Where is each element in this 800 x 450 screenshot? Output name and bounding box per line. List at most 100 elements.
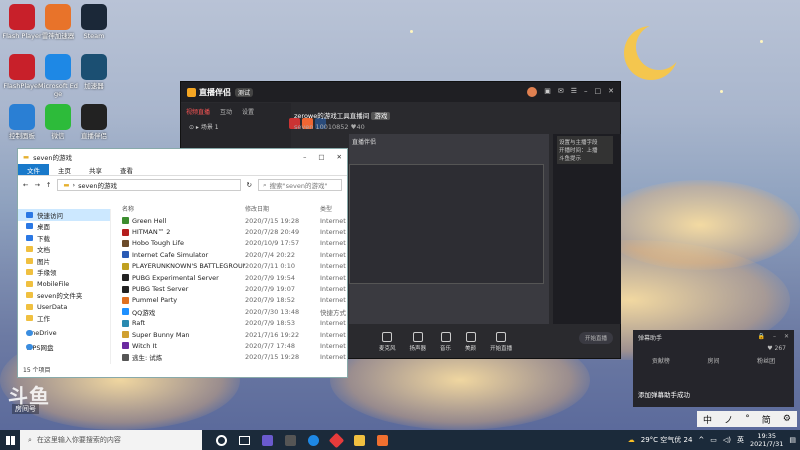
ime-button[interactable]: 简 <box>762 413 771 426</box>
file-date: 2020/7/9 19:07 <box>245 285 295 294</box>
forward-icon[interactable]: → <box>34 181 39 189</box>
ime-button[interactable]: ⚙ <box>783 414 791 424</box>
desktop-icon[interactable]: 加速器 <box>74 54 114 90</box>
tray-chevron-icon[interactable]: ^ <box>698 436 704 444</box>
table-row[interactable]: Super Bunny Man 2021/7/16 19:22 Internet <box>118 329 348 340</box>
column-type[interactable]: 类型 <box>320 204 348 213</box>
cortana-icon[interactable] <box>216 434 227 446</box>
address-bar[interactable]: ▬ › seven的游戏 <box>57 179 241 191</box>
table-row[interactable]: QQ游戏 2020/7/30 13:48 快捷方式 <box>118 306 348 317</box>
nav-item[interactable]: seven的文件夹 <box>18 290 110 302</box>
close-icon[interactable]: ✕ <box>784 333 789 342</box>
danmu-tab[interactable]: 粉丝团 <box>757 356 775 365</box>
app-icon[interactable] <box>328 432 345 448</box>
maximize-icon[interactable]: □ <box>595 87 602 97</box>
up-icon[interactable]: ↑ <box>46 181 51 189</box>
danmu-tab[interactable]: 贡献榜 <box>652 356 670 365</box>
table-row[interactable]: PUBG Test Server 2020/7/9 19:07 Internet <box>118 283 348 294</box>
desktop-icon[interactable]: 微信 <box>38 104 78 140</box>
live-control[interactable]: 扬声器 <box>409 332 427 352</box>
close-icon[interactable]: ✕ <box>608 87 614 97</box>
close-icon[interactable]: ✕ <box>337 153 342 161</box>
table-row[interactable]: Raft 2020/7/9 18:53 Internet <box>118 318 348 329</box>
network-icon[interactable]: ▭ <box>710 436 717 444</box>
file-icon <box>122 239 129 247</box>
minimize-icon[interactable]: – <box>584 87 588 97</box>
lock-icon[interactable]: 🔒 <box>757 333 764 342</box>
start-live-button[interactable]: 开始直播 <box>579 332 614 344</box>
table-row[interactable]: HITMAN™ 2 2020/7/28 20:49 Internet <box>118 226 348 237</box>
live-app-icon[interactable] <box>377 434 388 446</box>
table-row[interactable]: Hobo Tough Life 2020/10/9 17:57 Internet <box>118 238 348 249</box>
taskbar-search[interactable]: ⌕ 在这里输入你要搜索的内容 <box>20 430 202 450</box>
menu-icon[interactable]: ☰ <box>571 87 577 97</box>
nav-item[interactable]: OneDrive <box>18 327 110 339</box>
search-input[interactable]: ⌕ 搜索"seven的游戏" <box>258 179 342 191</box>
live-tab[interactable]: 视频直播 <box>186 107 210 116</box>
gift-icon[interactable]: ▣ <box>544 87 551 97</box>
ribbon-tab[interactable]: 查看 <box>111 164 142 175</box>
desktop-icon[interactable]: 雷神加速器 <box>38 4 78 40</box>
language-indicator[interactable]: 英 <box>737 435 744 445</box>
live-tab[interactable]: 设置 <box>242 107 254 116</box>
edge-icon[interactable] <box>308 434 319 446</box>
nav-item[interactable]: 下载 <box>18 232 110 244</box>
nav-item[interactable]: MobileFile <box>18 278 110 290</box>
live-control[interactable]: 开始直播 <box>490 332 512 352</box>
nav-item[interactable]: 桌面 <box>18 221 110 233</box>
app-icon[interactable] <box>262 434 273 446</box>
column-date[interactable]: 修改日期 <box>245 204 320 213</box>
column-name[interactable]: 名称 <box>118 204 245 213</box>
ribbon-tab[interactable]: 主页 <box>49 164 80 175</box>
maximize-icon[interactable]: □ <box>318 153 324 161</box>
desktop-icon[interactable]: Microsoft Edge <box>38 54 78 98</box>
store-icon[interactable] <box>285 434 296 446</box>
ime-button[interactable]: ° <box>745 414 750 424</box>
ribbon-tab[interactable]: 共享 <box>80 164 111 175</box>
live-control[interactable]: 美颜 <box>465 332 476 352</box>
desktop-icon[interactable]: 直播伴侣 <box>74 104 114 140</box>
ime-button[interactable]: 中 <box>703 413 712 426</box>
nav-item[interactable]: 工作 <box>18 313 110 325</box>
start-button[interactable] <box>0 430 20 450</box>
table-row[interactable]: PUBG Experimental Server 2020/7/9 19:54 In… <box>118 272 348 283</box>
minimize-icon[interactable]: – <box>773 333 776 342</box>
table-row[interactable]: Pummel Party 2020/7/9 18:52 Internet <box>118 295 348 306</box>
scene-item[interactable]: ⊙ ▸ 场景 1 <box>181 120 291 133</box>
table-row[interactable]: 逃生: 试炼 2020/7/15 19:28 Internet <box>118 352 348 363</box>
nav-item[interactable]: 手缘领 <box>18 267 110 279</box>
desktop-icon[interactable]: 控制面板 <box>2 104 42 140</box>
table-row[interactable]: PLAYERUNKNOWN'S BATTLEGROUN... 2020/7/11 … <box>118 261 348 272</box>
live-control[interactable]: 麦克风 <box>379 332 396 352</box>
table-row[interactable]: Internet Cafe Simulator 2020/7/4 20:22 Int… <box>118 249 348 260</box>
nav-item[interactable]: 图片 <box>18 255 110 267</box>
volume-icon[interactable]: ◁) <box>723 436 731 444</box>
minimize-icon[interactable]: – <box>303 153 306 161</box>
live-tab[interactable]: 互动 <box>220 107 232 116</box>
table-row[interactable]: Witch It 2020/7/7 17:48 Internet <box>118 340 348 351</box>
nav-item[interactable]: UserData <box>18 301 110 313</box>
live-control-label: 扬声器 <box>409 346 427 352</box>
mail-icon[interactable]: ✉ <box>558 87 564 97</box>
file-icon <box>122 342 129 350</box>
clock[interactable]: 19:35 2021/7/31 <box>750 432 783 448</box>
nav-item[interactable]: 文档 <box>18 244 110 256</box>
ribbon-tab[interactable]: 文件 <box>18 164 49 175</box>
notification-icon[interactable]: ▤ <box>789 436 796 444</box>
desktop-icon[interactable]: Flash Player <box>2 4 42 40</box>
live-control[interactable]: 音乐 <box>440 332 451 352</box>
back-icon[interactable]: ← <box>23 181 28 189</box>
ime-button[interactable]: ノ <box>724 413 733 426</box>
explorer-icon[interactable] <box>354 434 365 446</box>
avatar[interactable] <box>527 87 538 97</box>
taskview-icon[interactable] <box>239 435 250 445</box>
nav-item[interactable]: 快速访问 <box>18 209 110 221</box>
refresh-icon[interactable]: ↻ <box>247 181 252 189</box>
weather-text[interactable]: 29°C 空气优 24 <box>641 435 693 445</box>
nav-item[interactable]: WPS网盘 <box>18 342 110 354</box>
danmu-tab[interactable]: 房间 <box>707 356 719 365</box>
folder-icon <box>26 280 33 287</box>
table-row[interactable]: Green Hell 2020/7/15 19:28 Internet <box>118 215 348 226</box>
desktop-icon[interactable]: FlashPlayer <box>2 54 42 90</box>
desktop-icon[interactable]: Steam <box>74 4 114 40</box>
